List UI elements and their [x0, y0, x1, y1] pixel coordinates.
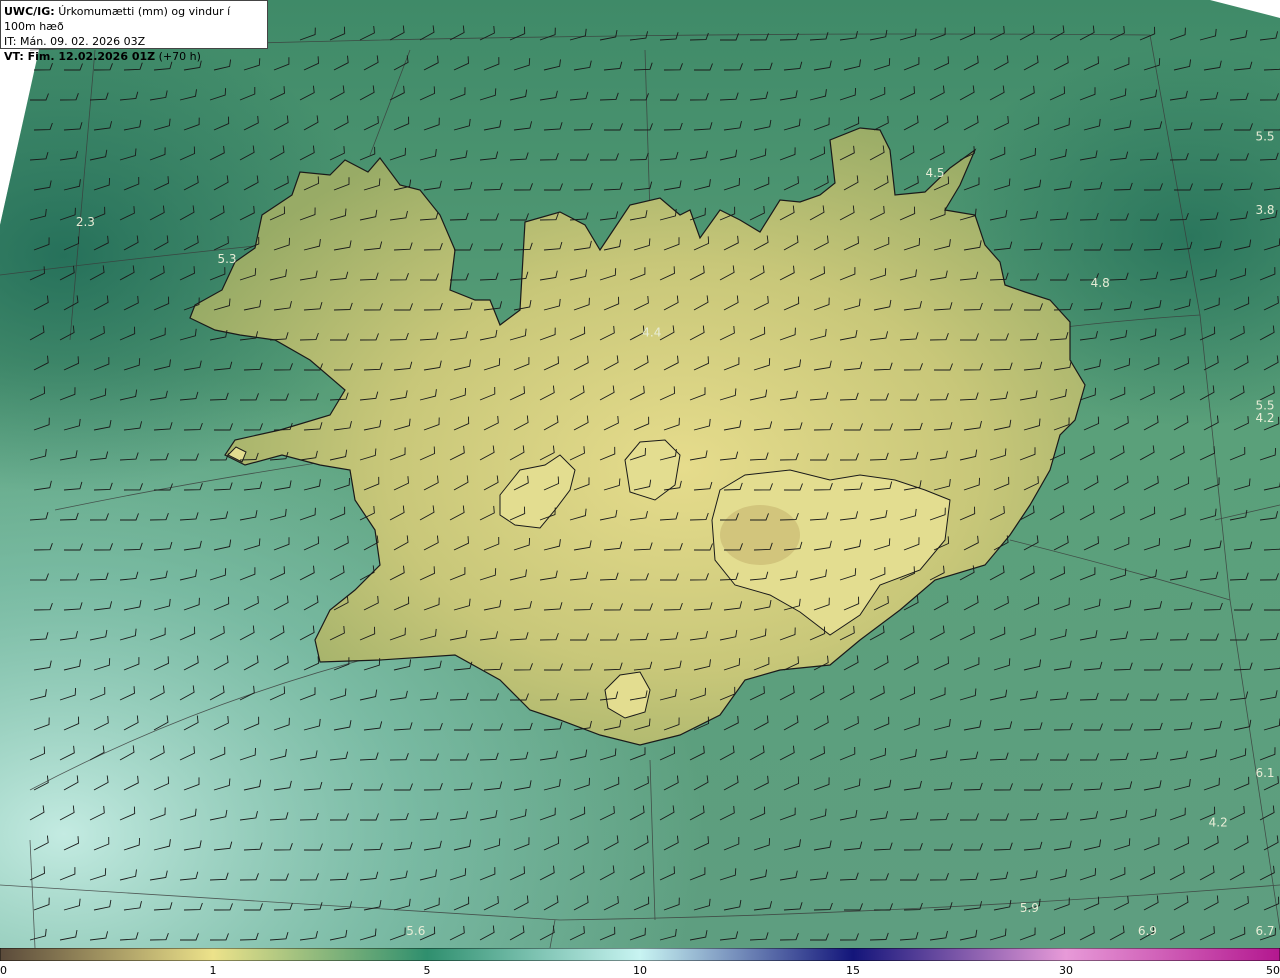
colorbar-tick-label: 1: [209, 964, 217, 977]
lead-time: (+70 h): [158, 50, 201, 63]
colorbar-legend: 0 1 5 10 15 30 50: [0, 948, 1280, 978]
colorbar-tick-label: 0: [0, 964, 7, 977]
value-label: 5.3: [217, 252, 236, 266]
value-label: 6.7: [1255, 924, 1274, 938]
colorbar-tick-label: 15: [846, 964, 860, 977]
value-label: 4.5: [925, 166, 944, 180]
map-header: UWC/IG: Úrkomumætti (mm) og vindur í 100…: [0, 0, 268, 63]
map[interactable]: 2.35.34.54.84.45.53.85.54.26.14.25.96.9 6…: [0, 0, 1280, 948]
colorbar-tick-label: 10: [633, 964, 647, 977]
value-label: 4.2: [1209, 815, 1228, 829]
value-label: 2.3: [76, 215, 95, 229]
colorbar-gradient: [0, 948, 1280, 961]
value-label: 5.5: [1255, 129, 1274, 143]
colorbar-tick-label: 5: [423, 964, 431, 977]
value-label: 4.8: [1091, 276, 1110, 290]
value-label: 4.4: [642, 325, 661, 339]
title-bold: UWC/IG:: [4, 5, 55, 18]
value-label: 4.2: [1255, 411, 1274, 425]
value-label: 6.9: [1138, 924, 1157, 938]
value-label: 5.9: [1020, 901, 1039, 915]
title-line: UWC/IG: Úrkomumætti (mm) og vindur í 100…: [4, 4, 264, 34]
colorbar-tick-label: 30: [1059, 964, 1073, 977]
colorbar-tick-label: 50: [1266, 964, 1280, 977]
value-label: 5.6: [406, 924, 425, 938]
init-time: IT: Mán. 09. 02. 2026 03Z: [4, 35, 146, 48]
valid-time-bold: VT: Fim. 12.02.2026 01Z: [4, 50, 156, 63]
value-label: 6.1: [1255, 766, 1274, 780]
valid-time-line: VT: Fim. 12.02.2026 01Z (+70 h): [4, 49, 264, 64]
glacier-peak-shading: [720, 505, 800, 565]
colorbar: [0, 948, 1280, 961]
value-label: 3.8: [1255, 203, 1274, 217]
